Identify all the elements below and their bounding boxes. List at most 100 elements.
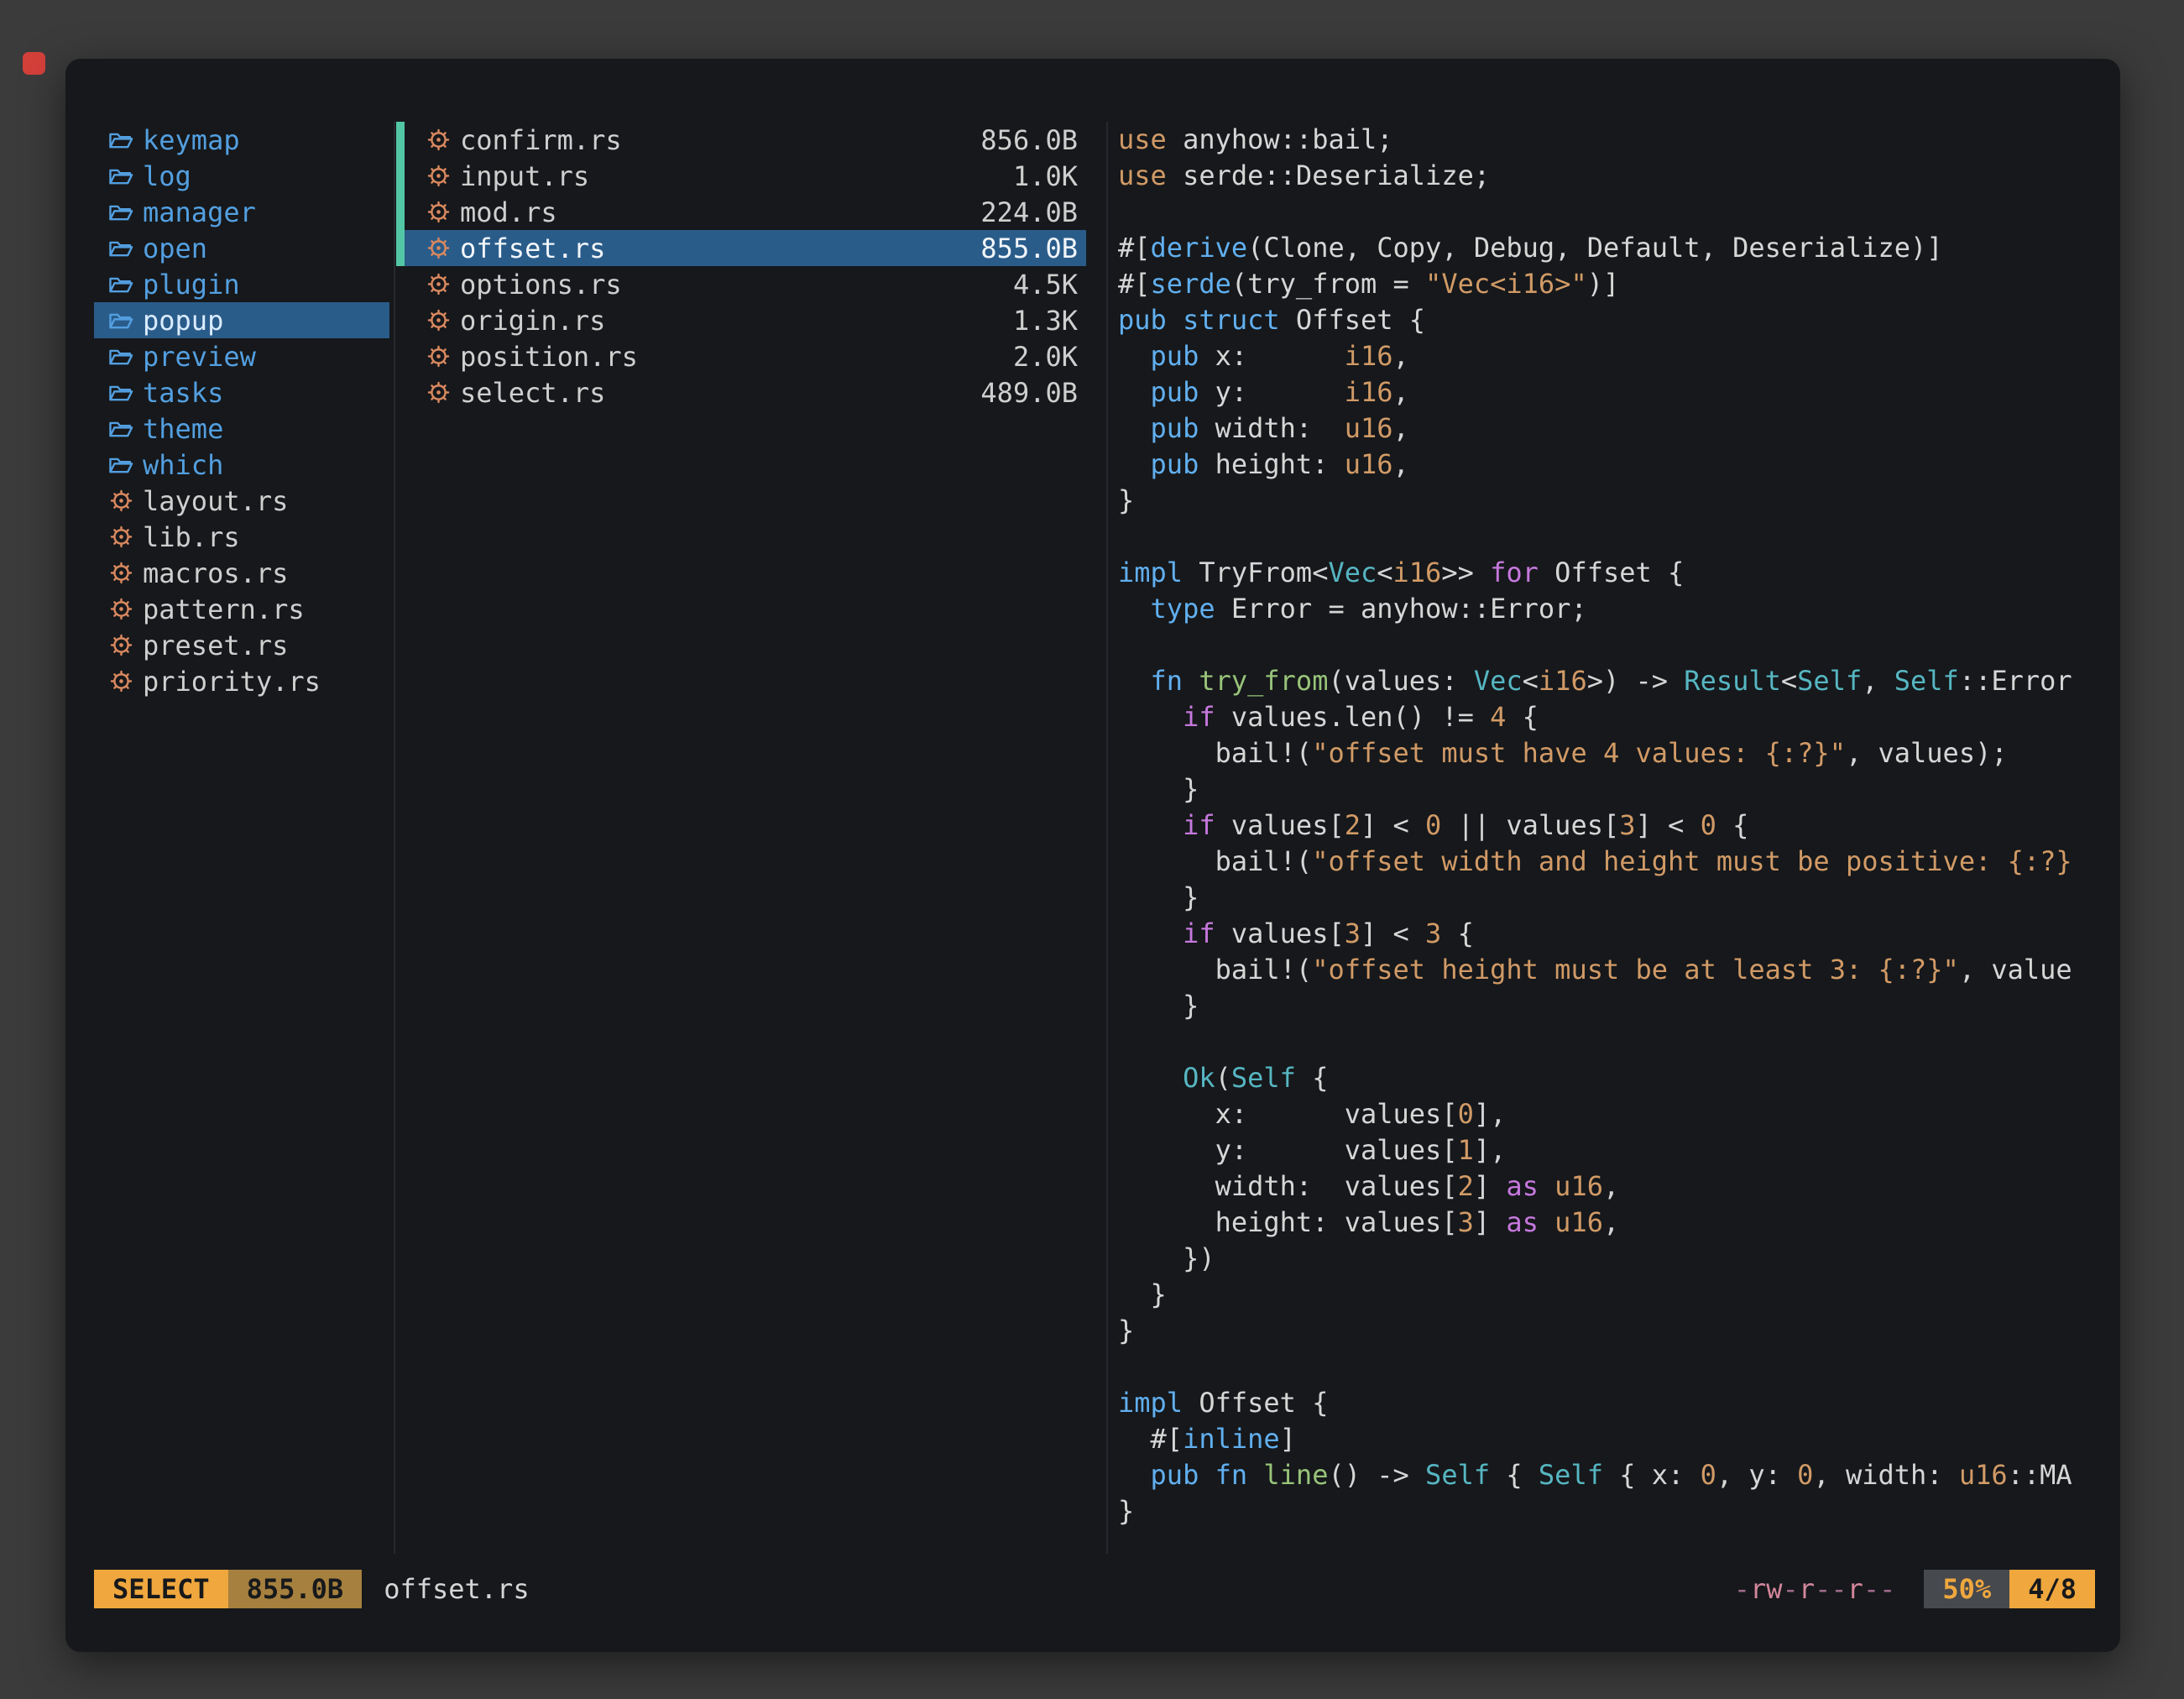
selection-marker [396,194,405,230]
dir-item-open[interactable]: open [94,230,389,266]
entry-label: layout.rs [143,485,288,517]
code-line: pub height: u16, [1118,447,2104,483]
dir-item-keymap[interactable]: keymap [94,122,389,158]
entry-label: preset.rs [143,630,288,661]
code-line [1118,627,2104,663]
selection-marker [396,158,405,194]
permissions: -rw-r--r-- [1734,1573,1896,1605]
folder-open-icon [107,455,134,475]
rust-file-icon [425,128,452,151]
code-line: use serde::Deserialize; [1118,158,2104,194]
entry-label: tasks [143,377,223,409]
parent-pane: keymap log manager open plugin popuppreviewta… [94,122,389,699]
folder-open-icon [107,166,134,186]
folder-open-icon [107,311,134,331]
code-line: #[inline] [1118,1421,2104,1457]
file-name: offset.rs [460,233,605,264]
current-pane: confirm.rs856.0Binput.rs1.0Kmod.rs224.0B… [396,122,1086,410]
dir-item-manager[interactable]: manager [94,194,389,230]
status-bar-right: -rw-r--r-- 50% 4/8 [1734,1570,2095,1608]
dir-item-tasks[interactable]: tasks [94,374,389,410]
entry-label: popup [143,305,223,337]
code-line [1118,194,2104,230]
file-row-position-rs[interactable]: position.rs2.0K [396,338,1086,374]
file-size: 489.0B [980,377,1078,409]
entry-label: theme [143,413,223,445]
rust-file-icon [425,237,452,259]
code-line: Ok(Self { [1118,1060,2104,1096]
folder-open-icon [107,274,134,295]
code-line: if values.len() != 4 { [1118,699,2104,735]
dir-item-plugin[interactable]: plugin [94,266,389,302]
file-item-priority-rs[interactable]: priority.rs [94,663,389,699]
folder-open-icon [107,202,134,222]
entry-label: which [143,449,223,481]
folder-open-icon [107,347,134,367]
selected-size-badge: 855.0B [228,1570,363,1608]
file-manager-window: keymap log manager open plugin popuppreviewta… [65,59,2120,1652]
rust-file-icon [107,525,134,548]
code-line: } [1118,771,2104,808]
file-item-preset-rs[interactable]: preset.rs [94,627,389,663]
entry-label: macros.rs [143,557,288,589]
code-line: pub x: i16, [1118,338,2104,374]
file-item-layout-rs[interactable]: layout.rs [94,483,389,519]
file-row-offset-rs[interactable]: offset.rs 855.0B [396,230,1086,266]
dir-item-which[interactable]: which [94,447,389,483]
dir-item-preview[interactable]: preview [94,338,389,374]
file-name: options.rs [460,269,622,301]
file-row-select-rs[interactable]: select.rs 489.0B [396,374,1086,410]
rust-file-icon [425,201,452,223]
folder-open-icon [107,383,134,403]
file-size: 1.3K [1013,305,1078,337]
code-line: if values[3] < 3 { [1118,916,2104,952]
code-line: if values[2] < 0 || values[3] < 0 { [1118,808,2104,844]
file-item-lib-rs[interactable]: lib.rs [94,519,389,555]
status-bar: SELECT 855.0B offset.rs -rw-r--r-- 50% 4… [94,1570,2095,1608]
pane-divider-right [1106,122,1108,1554]
code-line: pub width: u16, [1118,410,2104,447]
code-line: pub struct Offset { [1118,302,2104,338]
code-line: } [1118,483,2104,519]
pane-divider-left [394,122,395,1554]
entry-label: manager [143,196,256,228]
entry-label: priority.rs [143,666,321,698]
entry-label: plugin [143,269,240,301]
file-row-input-rs[interactable]: input.rs1.0K [396,158,1086,194]
dir-item-popup[interactable]: popup [94,302,389,338]
rust-file-icon [425,309,452,332]
entry-label: open [143,233,207,264]
rust-file-icon [425,345,452,368]
rust-file-icon [107,489,134,512]
code-line: type Error = anyhow::Error; [1118,591,2104,627]
hovered-filename: offset.rs [384,1573,529,1605]
code-line [1118,1349,2104,1385]
preview-pane: use anyhow::bail;use serde::Deserialize;… [1118,122,2104,1529]
rust-file-icon [425,381,452,404]
code-line: y: values[1], [1118,1132,2104,1168]
file-row-options-rs[interactable]: options.rs4.5K [396,266,1086,302]
file-row-mod-rs[interactable]: mod.rs224.0B [396,194,1086,230]
code-line [1118,519,2104,555]
preview-percent-badge: 50% [1924,1570,2009,1608]
entry-label: pattern.rs [143,593,305,625]
dir-item-theme[interactable]: theme [94,410,389,447]
file-row-origin-rs[interactable]: origin.rs1.3K [396,302,1086,338]
file-name: position.rs [460,341,638,373]
file-item-macros-rs[interactable]: macros.rs [94,555,389,591]
file-size: 224.0B [980,196,1078,228]
code-line: impl Offset { [1118,1385,2104,1421]
dir-item-log[interactable]: log [94,158,389,194]
rust-file-icon [107,634,134,656]
code-line: } [1118,1313,2104,1349]
file-item-pattern-rs[interactable]: pattern.rs [94,591,389,627]
file-row-confirm-rs[interactable]: confirm.rs856.0B [396,122,1086,158]
entry-label: log [143,160,191,192]
code-line: bail!("offset height must be at least 3:… [1118,952,2104,988]
file-size: 855.0B [980,233,1078,264]
code-line: }) [1118,1241,2104,1277]
file-name: select.rs [460,377,605,409]
entry-label: keymap [143,124,240,156]
code-line: fn try_from(values: Vec<i16>) -> Result<… [1118,663,2104,699]
mode-badge: SELECT [94,1570,228,1608]
